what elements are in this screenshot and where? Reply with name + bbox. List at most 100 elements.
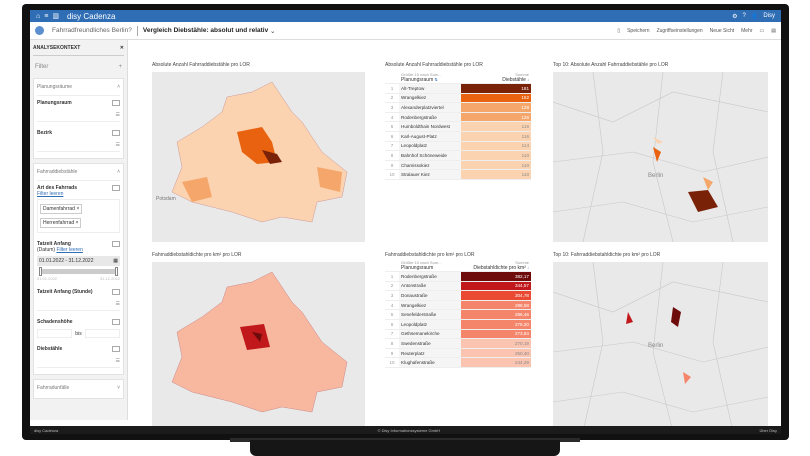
date-range-slider[interactable] [39, 267, 118, 276]
label-potsdam: Potsdam [156, 196, 176, 202]
group-fahrradunfaelle[interactable]: Fahrradunfälle ˅ [33, 379, 124, 399]
table-row[interactable]: 3 Donaustraße 304,78 [385, 290, 531, 301]
user-icon[interactable]: 👤 [751, 13, 758, 20]
help-icon[interactable]: ? [743, 13, 746, 20]
chevron-up-icon[interactable]: ˄ [117, 169, 120, 175]
slider-handle-max[interactable] [115, 267, 118, 276]
table-row[interactable]: 6 Leopoldplatz 279,20 [385, 319, 531, 330]
row-value: 114 [461, 141, 531, 152]
table2-title: Fahrraddiebstahldichte pro km² pro LOR [385, 252, 475, 258]
table-row[interactable]: 9 Chamissokiez 110 [385, 160, 531, 171]
count-badge [112, 346, 120, 352]
map-absolute[interactable]: Potsdam [152, 72, 365, 242]
access-settings-button[interactable]: Zugriffseinstellungen [657, 28, 703, 34]
row-index: 2 [385, 93, 399, 104]
table-row[interactable]: 10 Stralauer Kiez 110 [385, 169, 531, 180]
thefts-input[interactable]: ☰ [37, 358, 120, 368]
more-button[interactable]: Mehr [741, 28, 752, 34]
row-value: 181 [461, 83, 531, 94]
table1-title: Absolute Anzahl Fahrraddiebstähle pro LO… [385, 62, 483, 68]
table-density: Größte 10 nach Sum... Planungsraum Summe Di… [385, 260, 531, 368]
table-row[interactable]: 8 Swedenstraße 270,19 [385, 338, 531, 349]
bookmark-icon[interactable]: ▯ [617, 28, 620, 34]
row-value: 116 [461, 131, 531, 142]
chip-damenfahrrad[interactable]: Damenfahrrad × [40, 204, 83, 214]
close-icon[interactable]: ✕ [120, 45, 124, 51]
row-index: 9 [385, 348, 399, 359]
table-row[interactable]: 5 Humboldthain Nordwest 116 [385, 121, 531, 132]
table-row[interactable]: 3 Alexanderplatzviertel 129 [385, 102, 531, 113]
map-density[interactable] [152, 262, 365, 426]
table-row[interactable]: 9 Reuterplatz 250,40 [385, 348, 531, 359]
table-row[interactable]: 6 Karl-August-Platz 116 [385, 131, 531, 142]
clear-filter-link[interactable]: Filter leeren [56, 247, 82, 253]
home-icon[interactable]: ⌂ [36, 13, 40, 20]
menu-icon[interactable]: ≡ [44, 13, 48, 20]
top-district [626, 312, 633, 324]
date-range-input[interactable]: 01.01.2022 - 31.12.2022 ▦ [37, 256, 120, 266]
row-name: Wrangelkiez [399, 93, 461, 104]
planungsraum-input[interactable]: ☰ [37, 112, 120, 122]
table-row[interactable]: 8 Bahnhof Schöneweide 110 [385, 150, 531, 161]
row-value: 244,29 [461, 357, 531, 368]
row-index: 3 [385, 102, 399, 113]
filter-label: Filter [35, 64, 49, 70]
map-icon[interactable]: ▥ [52, 12, 59, 20]
table-row[interactable]: 4 Rodenbergstraße 126 [385, 112, 531, 123]
breadcrumb[interactable]: Fahrradfreundliches Berlin? [52, 27, 132, 34]
sidebar: ANALYSEKONTEXT ✕ Filter + Planungsräume ˄ P… [30, 40, 128, 420]
globe-icon [35, 26, 44, 35]
hour-input[interactable]: ☰ [37, 301, 120, 311]
damage-max-input[interactable] [84, 329, 120, 338]
comment-icon[interactable]: ▭ [760, 28, 765, 34]
row-name: Reuterplatz [399, 348, 461, 359]
user-name[interactable]: Disy [763, 13, 775, 20]
settings-icon[interactable]: ⚙ [732, 13, 737, 20]
row-index: 7 [385, 141, 399, 152]
save-button[interactable]: Speichern [627, 28, 650, 34]
new-view-button[interactable]: Neue Sicht [710, 28, 734, 34]
row-value: 152 [461, 93, 531, 104]
table-row[interactable]: 7 Gethsemanekirche 273,84 [385, 329, 531, 340]
clear-filter-link[interactable]: Filter leeren [37, 191, 120, 197]
table-row[interactable]: 2 Wrangelkiez 152 [385, 93, 531, 104]
column-header-planungsraum[interactable]: Größte 10 nach Sum... Planungsraum [399, 260, 461, 272]
table-row[interactable]: 1 Rodenbergstraße 382,17 [385, 271, 531, 282]
map4-title: Top 10: Fahrraddiebstahldichte pro km² p… [553, 252, 661, 258]
add-filter-icon[interactable]: + [118, 64, 122, 70]
view-title[interactable]: Vergleich Diebstähle: absolut und relati… [143, 27, 268, 34]
row-value: 279,20 [461, 319, 531, 330]
app-screen: ⌂ ≡ ▥ disy Cadenza ⚙ ? 👤 Disy Fahrradfre… [30, 10, 781, 426]
clipboard-icon[interactable]: ▤ [771, 28, 776, 34]
map-top10-absolute[interactable]: Berlin [553, 72, 768, 242]
group-title[interactable]: Fahrraddiebstähle [37, 169, 77, 175]
column-header-diebstaehle[interactable]: Summe Diebstähle ↓ [461, 72, 531, 84]
column-header-planungsraum[interactable]: Größte 10 nach Sum... Planungsraum ⇅ [399, 72, 461, 84]
about-link[interactable]: Über Disy [759, 428, 777, 433]
bezirk-input[interactable]: ☰ [37, 142, 120, 152]
table-row[interactable]: 4 Wrangelkiez 288,58 [385, 300, 531, 311]
column-header-dichte[interactable]: Summe Diebstahldichte pro km² ↓ [461, 260, 531, 272]
slider-handle-min[interactable] [39, 267, 42, 276]
top-district [703, 177, 713, 190]
table-row[interactable]: 7 Leopoldplatz 114 [385, 141, 531, 152]
chevron-down-icon[interactable]: ⌄ [268, 27, 275, 35]
calendar-icon[interactable]: ▦ [113, 258, 118, 264]
field-label: Planungsraum [37, 100, 72, 106]
group-title[interactable]: Fahrradunfälle [37, 385, 69, 391]
chevron-up-icon[interactable]: ˄ [117, 84, 120, 90]
table-row[interactable]: 1 Alt-Treptow 181 [385, 83, 531, 94]
row-name: Senefelderstraße [399, 309, 461, 320]
chip-herrenfahrrad[interactable]: Herrenfahrrad × [40, 218, 82, 228]
table-row[interactable]: 2 Antonstraße 344,57 [385, 281, 531, 292]
label-berlin: Berlin [648, 343, 663, 349]
row-name: Karl-August-Platz [399, 131, 461, 142]
map-top10-density[interactable]: Berlin [553, 262, 768, 426]
group-title[interactable]: Planungsräume [37, 84, 72, 90]
table-row[interactable]: 10 Klughafenstraße 244,29 [385, 357, 531, 368]
row-value: 270,19 [461, 338, 531, 349]
damage-min-input[interactable] [37, 329, 73, 338]
table-row[interactable]: 5 Senefelderstraße 286,46 [385, 309, 531, 320]
row-name: Leopoldplatz [399, 141, 461, 152]
chevron-down-icon[interactable]: ˅ [117, 385, 120, 391]
